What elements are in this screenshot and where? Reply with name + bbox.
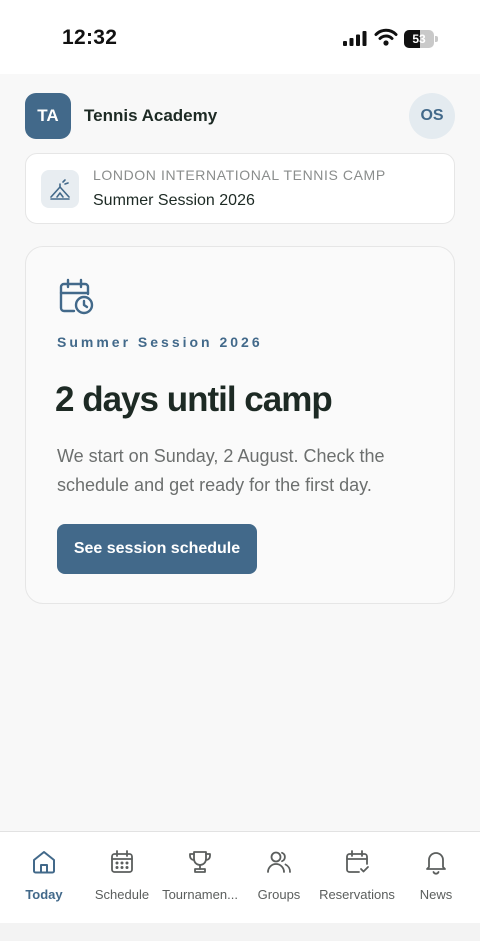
calendar-clock-icon (57, 278, 95, 321)
tennis-camp-icon (41, 170, 79, 208)
countdown-description: We start on Sunday, 2 August. Check the … (57, 446, 385, 495)
status-bar: 12:32 53 (0, 0, 480, 74)
countdown-title: 2 days until camp (55, 380, 333, 419)
wifi-icon (374, 27, 398, 52)
tab-news[interactable]: News (396, 832, 476, 922)
bell-icon (423, 849, 449, 880)
battery-indicator: 53 (404, 30, 438, 48)
tab-label: Schedule (94, 887, 150, 902)
org-name: Tennis Academy (84, 106, 218, 125)
org-avatar[interactable]: TA (25, 93, 71, 139)
tab-groups[interactable]: Groups (239, 832, 319, 922)
camp-selector[interactable]: LONDON INTERNATIONAL TENNIS CAMP Summer … (25, 153, 455, 224)
cellular-signal-icon (343, 30, 367, 51)
user-avatar[interactable]: OS (409, 93, 455, 139)
home-icon (31, 849, 57, 880)
today-screen: 12:32 53 TA Tennis Academy OS LONDON INT… (0, 0, 480, 941)
battery-percentage: 53 (412, 32, 426, 46)
tab-today[interactable]: Today (4, 832, 84, 922)
status-time: 12:32 (62, 26, 118, 49)
camp-session-name: Summer Session 2026 (93, 192, 255, 209)
camp-name: LONDON INTERNATIONAL TENNIS CAMP (93, 167, 386, 183)
countdown-card: Summer Session 2026 2 days until camp We… (25, 246, 455, 604)
trophy-icon (187, 849, 213, 880)
session-eyebrow: Summer Session 2026 (57, 334, 263, 350)
tab-schedule[interactable]: Schedule (82, 832, 162, 922)
calendar-check-icon (344, 849, 370, 880)
calendar-icon (109, 849, 135, 880)
tab-label: Today (25, 887, 63, 902)
tab-label: Groups (257, 887, 301, 902)
see-session-schedule-button[interactable]: See session schedule (57, 524, 257, 574)
users-icon (266, 849, 292, 880)
tab-tournaments[interactable]: Tournamen... (160, 832, 240, 922)
home-indicator-area (0, 923, 480, 941)
tab-reservations[interactable]: Reservations (317, 832, 397, 922)
tab-label: News (419, 887, 453, 902)
tab-label: Reservations (319, 887, 395, 902)
app-header: TA Tennis Academy OS (0, 74, 480, 154)
tab-label: Tournamen... (162, 887, 238, 902)
